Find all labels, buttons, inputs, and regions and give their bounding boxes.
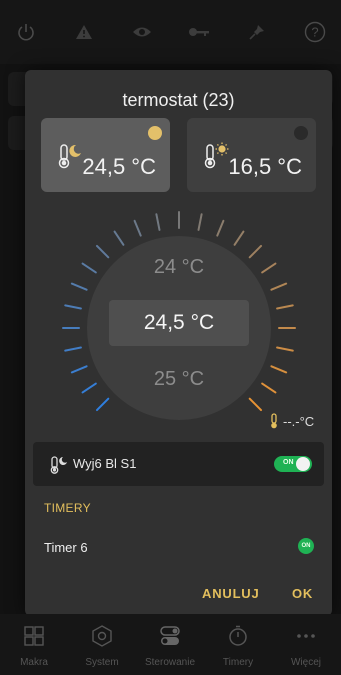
dial-tick: [270, 282, 288, 291]
svg-text:?: ?: [311, 25, 318, 40]
section-header-timers: TIMERY: [44, 501, 91, 515]
output-toggle[interactable]: ON: [274, 456, 312, 472]
power-icon[interactable]: [14, 20, 38, 44]
nav-label: Sterowanie: [144, 657, 196, 668]
preset-night-value: 24,5 °C: [82, 154, 156, 179]
timer-label: Timer 6: [44, 540, 88, 555]
ok-button[interactable]: OK: [292, 586, 313, 601]
thermometer-icon: [271, 413, 277, 429]
dial-temp-current[interactable]: 24,5 °C: [109, 300, 249, 346]
pin-icon[interactable]: [245, 20, 269, 44]
nav-item-sterowanie[interactable]: Sterowanie: [136, 614, 204, 675]
preset-inactive-dot: [294, 126, 308, 140]
thermometer-sun-icon: [204, 142, 229, 169]
timer-status-badge[interactable]: ON: [298, 538, 314, 554]
nav-item-system[interactable]: System: [68, 614, 136, 675]
dial-tick: [113, 230, 125, 246]
dial-tick: [216, 219, 225, 237]
control-icon: [160, 626, 180, 645]
nav-item-wiecej[interactable]: Więcej: [272, 614, 340, 675]
preset-day-value: 16,5 °C: [228, 154, 302, 179]
dial-tick: [233, 230, 245, 246]
nav-item-timery[interactable]: Timery: [204, 614, 272, 675]
eye-icon[interactable]: [130, 20, 154, 44]
dial-tick: [95, 397, 110, 412]
help-icon[interactable]: ?: [303, 20, 327, 44]
timer-icon: [229, 625, 247, 646]
dialog-title: termostat (23): [122, 90, 235, 110]
thermometer-moon-icon: [50, 456, 67, 474]
dial-tick: [133, 219, 142, 237]
system-icon: [92, 625, 112, 647]
preset-active-dot: [148, 126, 162, 140]
dial-tick: [64, 304, 82, 310]
output-label: Wyj6 Bl S1: [73, 456, 137, 471]
output-row[interactable]: Wyj6 Bl S1 ON: [33, 442, 324, 486]
nav-label: Timery: [222, 657, 254, 668]
dial-temp-upper[interactable]: 24 °C: [59, 256, 299, 279]
more-icon: [297, 634, 315, 638]
dial-temp-lower[interactable]: 25 °C: [59, 368, 299, 391]
nav-label: System: [85, 657, 119, 668]
nav-label: Makra: [20, 657, 48, 668]
warning-icon[interactable]: [72, 20, 96, 44]
dial-tick: [276, 304, 294, 310]
preset-day-card[interactable]: 16,5 °C: [187, 118, 316, 192]
key-icon[interactable]: [187, 20, 211, 44]
cancel-button[interactable]: ANULUJ: [202, 586, 260, 601]
external-temperature-value: --.-°C: [283, 413, 315, 429]
nav-label: Więcej: [290, 657, 321, 668]
dial-tick: [276, 346, 294, 352]
thermostat-dialog: termostat (23) 24,5 °C 16,5 °C 24 °C 24,…: [25, 70, 332, 616]
nav-item-makra[interactable]: Makra: [0, 614, 68, 675]
toggle-knob: [296, 457, 310, 471]
top-toolbar: ?: [0, 0, 341, 64]
preset-night-card[interactable]: 24,5 °C: [41, 118, 170, 192]
bottom-navigation: Makra System Sterowanie Timery Więcej: [0, 614, 341, 675]
dial-tick: [70, 282, 88, 291]
temperature-dial[interactable]: 24 °C 24,5 °C 25 °C: [59, 208, 299, 448]
dial-tick: [64, 346, 82, 352]
toggle-state-label: ON: [283, 459, 294, 466]
dial-tick: [197, 213, 203, 231]
dial-tick: [155, 213, 161, 231]
dial-tick: [248, 397, 263, 412]
thermometer-moon-icon: [58, 144, 81, 169]
macros-icon: [24, 626, 44, 646]
external-temperature: --.-°C: [269, 413, 314, 429]
